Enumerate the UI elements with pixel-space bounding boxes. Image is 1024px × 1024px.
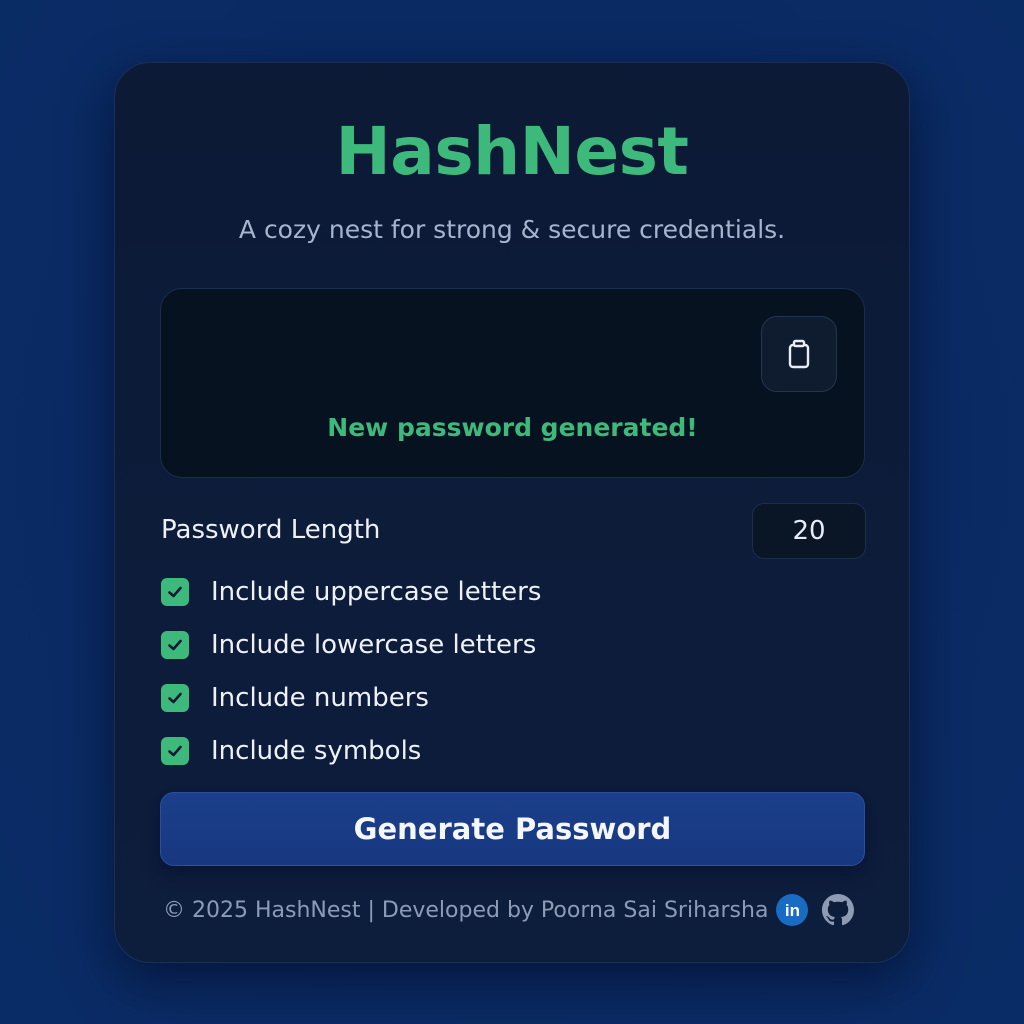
copy-button[interactable] (761, 316, 837, 392)
app-title: HashNest (335, 113, 689, 190)
checkmark-icon (168, 745, 182, 757)
password-length-input[interactable] (752, 503, 866, 559)
option-label-numbers: Include numbers (211, 683, 429, 713)
option-lowercase[interactable]: Include lowercase letters (161, 630, 536, 660)
checkmark-icon (168, 692, 182, 704)
option-uppercase[interactable]: Include uppercase letters (161, 577, 541, 607)
footer-text: © 2025 HashNest | Developed by Poorna Sa… (163, 897, 769, 923)
checkmark-icon (168, 639, 182, 651)
checkbox-lowercase[interactable] (161, 631, 189, 659)
checkmark-icon (168, 586, 182, 598)
checkbox-numbers[interactable] (161, 684, 189, 712)
option-symbols[interactable]: Include symbols (161, 736, 421, 766)
generator-card: HashNest A cozy nest for strong & secure… (114, 62, 910, 963)
linkedin-icon-text: in (784, 900, 800, 920)
github-logo (822, 894, 855, 926)
option-label-symbols: Include symbols (211, 736, 422, 766)
option-label-lowercase: Include lowercase letters (211, 630, 537, 660)
password-length-label: Password Length (161, 515, 381, 545)
status-message: New password generated! (327, 413, 698, 442)
generate-password-button[interactable]: Generate Password (160, 792, 865, 866)
password-output[interactable]: New password generated! (160, 288, 865, 478)
clipboard-icon (788, 339, 810, 369)
checkbox-uppercase[interactable] (161, 578, 189, 606)
linkedin-icon[interactable]: in (776, 894, 809, 926)
app-subtitle: A cozy nest for strong & secure credenti… (238, 215, 786, 244)
github-icon[interactable] (821, 893, 855, 927)
option-numbers[interactable]: Include numbers (161, 683, 429, 713)
option-label-uppercase: Include uppercase letters (211, 577, 542, 607)
checkbox-symbols[interactable] (161, 737, 189, 765)
footer: © 2025 HashNest | Developed by Poorna Sa… (163, 893, 855, 927)
